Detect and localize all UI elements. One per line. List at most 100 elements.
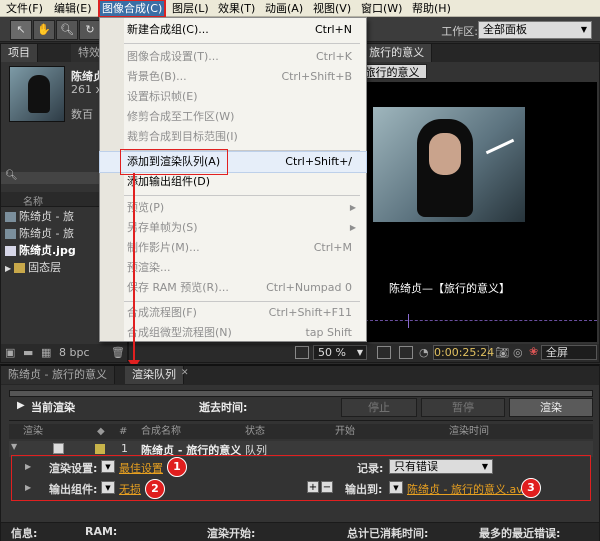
comp-caption: 陈绮贞—【旅行的意义】 xyxy=(389,282,510,295)
trash-icon[interactable]: 🗑 xyxy=(111,346,125,359)
color-channels-icon[interactable]: ❀ xyxy=(529,345,538,358)
column-status[interactable]: 状态 xyxy=(245,424,265,439)
menu-item-new-composition[interactable]: 新建合成组(C)... Ctrl+N xyxy=(100,20,366,40)
menu-item-preview[interactable]: 预览(P) ▶ xyxy=(100,198,366,218)
menu-window[interactable]: 窗口(W) xyxy=(361,1,402,16)
rotate-tool-icon[interactable]: ↻ xyxy=(79,20,101,40)
camera-icon[interactable]: 📷︎ xyxy=(495,346,509,359)
menu-file[interactable]: 文件(F) xyxy=(6,1,43,16)
column-render-time[interactable]: 渲染时间 xyxy=(449,424,489,439)
close-icon[interactable]: ✕ xyxy=(181,368,189,378)
waveform-peak xyxy=(408,314,409,328)
render-queue-tabbar: 陈绮贞 - 旅行的意义 渲染队列 ✕ xyxy=(1,366,599,385)
list-item-label: 陈绮贞.jpg xyxy=(19,244,76,257)
channel-icon[interactable]: ◎ xyxy=(513,346,523,359)
list-item[interactable]: 陈绮贞 - 旅 xyxy=(5,226,93,242)
menu-help[interactable]: 帮助(H) xyxy=(412,1,451,16)
selection-tool-icon[interactable]: ↖ xyxy=(10,20,32,40)
column-comp-name[interactable]: 合成名称 xyxy=(141,424,181,439)
menu-item-background-color[interactable]: 背景色(B)... Ctrl+Shift+B xyxy=(100,67,366,87)
zoom-tool-icon[interactable]: 🔍︎ xyxy=(56,20,78,40)
zoom-value: 50 % xyxy=(318,346,346,359)
menu-item-make-movie[interactable]: 制作影片(M)... Ctrl+M xyxy=(100,238,366,258)
tab-render-queue[interactable]: 渲染队列 xyxy=(125,366,184,384)
menu-item-set-poster-frame[interactable]: 设置标识帧(E) xyxy=(100,87,366,107)
stop-button[interactable]: 停止 xyxy=(341,398,417,417)
menu-item-flowchart[interactable]: 合成流程图(F) Ctrl+Shift+F11 xyxy=(100,303,366,323)
menu-item-save-frame-as[interactable]: 另存单帧为(S) ▶ xyxy=(100,218,366,238)
comp-subtab[interactable]: 旅行的意义 xyxy=(357,64,427,79)
menu-item-label: 背景色(B)... xyxy=(127,70,187,83)
workspace-select[interactable]: 全部面板 ▼ xyxy=(478,21,592,39)
menu-item-composition-settings[interactable]: 图像合成设置(T)... Ctrl+K xyxy=(100,47,366,67)
menu-separator xyxy=(124,301,360,302)
composition-dropdown-menu: 新建合成组(C)... Ctrl+N 图像合成设置(T)... Ctrl+K 背景色… xyxy=(99,17,367,342)
column-render[interactable]: 渲染 xyxy=(23,424,43,439)
menu-view[interactable]: 视图(V) xyxy=(313,1,351,16)
image-file-icon xyxy=(5,246,16,256)
hand-tool-icon[interactable]: ✋ xyxy=(33,20,55,40)
menu-item-label: 保存 RAM 预览(R)... xyxy=(127,281,229,294)
menu-composition[interactable]: 图像合成(C) xyxy=(97,0,167,18)
chevron-down-icon: ▼ xyxy=(356,348,363,357)
comp-viewer[interactable]: 陈绮贞—【旅行的意义】 xyxy=(365,82,597,342)
pause-button[interactable]: 暂停 xyxy=(421,398,505,417)
tab-composition-timeline[interactable]: 陈绮贞 - 旅行的意义 xyxy=(1,366,115,384)
new-comp-icon[interactable]: ▦ xyxy=(41,346,51,359)
status-total-elapsed-label: 总计已消耗时间: xyxy=(347,527,429,540)
interpret-icon[interactable]: ▣ xyxy=(5,346,15,359)
menu-animation[interactable]: 动画(A) xyxy=(265,1,303,16)
grid-icon[interactable] xyxy=(377,346,391,359)
menu-item-trim-to-work-area[interactable]: 修剪合成至工作区(W) xyxy=(100,107,366,127)
menu-item-label: 修剪合成至工作区(W) xyxy=(127,110,235,123)
menu-item-shortcut: Ctrl+M xyxy=(313,241,352,254)
menu-effect[interactable]: 效果(T) xyxy=(218,1,255,16)
render-progress-bar xyxy=(9,390,593,397)
status-recent-error-label: 最多的最近错误: xyxy=(479,527,561,540)
menu-item-label: 合成组微型流程图(N) xyxy=(127,326,232,339)
status-render-start-label: 渲染开始: xyxy=(207,527,256,540)
menu-item-pre-render[interactable]: 预渲染... xyxy=(100,258,366,278)
bpc-label[interactable]: 8 bpc xyxy=(59,346,90,359)
rq-status-bar: 信息: RAM: 渲染开始: 总计已消耗时间: 最多的最近错误: xyxy=(1,522,599,541)
column-name[interactable]: 名称 xyxy=(23,193,43,208)
label-color-icon xyxy=(95,444,105,454)
render-checkbox[interactable] xyxy=(53,443,64,454)
play-arrow-icon: ▶ xyxy=(17,400,25,411)
resolution-value: 全屏 xyxy=(546,346,568,359)
list-item[interactable]: ▶ 固态层 xyxy=(5,260,93,276)
column-number[interactable]: # xyxy=(119,424,127,439)
menu-item-label: 裁剪合成到目标范围(I) xyxy=(127,130,238,143)
comp-image xyxy=(373,107,525,222)
folder-icon[interactable]: ▬ xyxy=(23,346,33,359)
menu-layer[interactable]: 图层(L) xyxy=(172,1,209,16)
audio-waveform xyxy=(365,320,597,321)
preview-toggle-icon[interactable] xyxy=(295,346,309,359)
workspace-label: 工作区: xyxy=(441,25,478,38)
menu-item-crop-to-region[interactable]: 裁剪合成到目标范围(I) xyxy=(100,127,366,147)
resolution-select[interactable]: 全屏 xyxy=(541,345,597,360)
status-info-label: 信息: xyxy=(11,527,38,540)
list-item[interactable]: 陈绮贞.jpg xyxy=(5,243,93,259)
menu-item-add-output-module[interactable]: 添加输出组件(D) xyxy=(100,172,366,192)
menu-item-shortcut: Ctrl+N xyxy=(314,23,352,36)
clock-icon[interactable]: ◔ xyxy=(419,346,429,359)
menu-item-label: 设置标识帧(E) xyxy=(127,90,198,103)
column-start[interactable]: 开始 xyxy=(335,424,355,439)
zoom-select[interactable]: 50 % ▼ xyxy=(313,345,367,360)
annotation-1: 1 xyxy=(167,457,187,477)
menu-item-save-ram-preview[interactable]: 保存 RAM 预览(R)... Ctrl+Numpad 0 xyxy=(100,278,366,298)
preview-thumbnail xyxy=(9,66,65,122)
elapsed-time-label: 逝去时间: xyxy=(199,401,248,414)
list-item[interactable]: 陈绮贞 - 旅 xyxy=(5,209,93,225)
menu-item-mini-flowchart[interactable]: 合成组微型流程图(N) tap Shift xyxy=(100,323,366,343)
timecode-display[interactable]: 0:00:25:24 xyxy=(433,345,494,360)
tab-project[interactable]: 项目 xyxy=(1,44,38,62)
menu-edit[interactable]: 编辑(E) xyxy=(54,1,92,16)
expand-arrow-icon[interactable]: ▼ xyxy=(11,442,17,451)
project-footer: ▣ ▬ ▦ 8 bpc 🗑 xyxy=(1,344,127,362)
menu-item-shortcut: Ctrl+Shift+/ xyxy=(285,155,352,168)
mask-icon[interactable] xyxy=(399,346,413,359)
render-button[interactable]: 渲染 xyxy=(509,398,593,417)
folder-icon xyxy=(14,263,26,273)
